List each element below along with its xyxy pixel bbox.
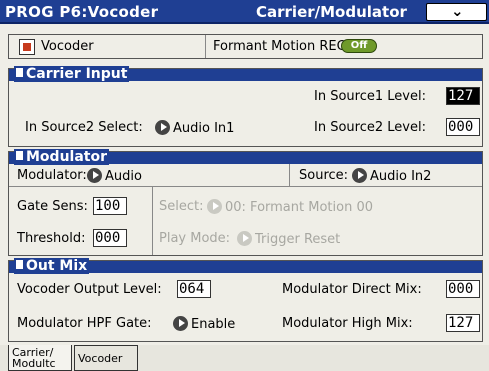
tab-label: Vocoder (78, 352, 123, 365)
out-mix-title-text: Out Mix (26, 258, 88, 274)
checkbox-mark (23, 43, 31, 51)
divider (289, 164, 290, 186)
carrier-input-section: Carrier Input In Source1 Level: 127 In S… (8, 66, 483, 147)
vocoder-checkbox[interactable] (19, 39, 35, 55)
popup-arrow-icon (207, 199, 222, 214)
tab-label: Carrier/ Modultc (12, 346, 56, 370)
program-title: PROG P6:Vocoder (5, 3, 159, 21)
select-label: Select: (159, 199, 204, 214)
vocoder-label: Vocoder (41, 39, 94, 54)
chevron-down-icon: ⌄ (451, 2, 464, 20)
play-mode-popup: Trigger Reset (234, 231, 340, 247)
threshold-value[interactable]: 000 (93, 229, 127, 247)
modulator-label: Modulator: (17, 168, 87, 183)
tab-carrier-modulator[interactable]: Carrier/ Modultc (8, 345, 72, 371)
divider (152, 186, 153, 255)
play-mode-label: Play Mode: (159, 231, 231, 246)
gate-sens-value[interactable]: 100 (93, 197, 127, 215)
out-mix-section: Out Mix Vocoder Output Level: 064 Modula… (8, 258, 483, 342)
popup-arrow-icon (352, 168, 367, 183)
page-tabs: Carrier/ Modultc Vocoder (0, 345, 489, 371)
vocoder-screen: PROG P6:Vocoder Carrier/Modulator ⌄ Voco… (0, 0, 489, 371)
modulator-direct-mix-value[interactable]: 000 (446, 280, 480, 298)
source-value: Audio In2 (370, 169, 432, 184)
formant-motion-select-value: 00: Formant Motion 00 (225, 200, 373, 215)
vocoder-output-level-label: Vocoder Output Level: (17, 282, 162, 297)
in-source1-level-value[interactable]: 127 (446, 87, 480, 105)
popup-arrow-icon (87, 168, 102, 183)
vocoder-output-level-value[interactable]: 064 (177, 280, 211, 298)
modulator-hpf-gate-label: Modulator HPF Gate: (17, 316, 152, 331)
in-source2-level-value[interactable]: 000 (446, 118, 480, 136)
divider (205, 35, 206, 58)
source-label: Source: (299, 168, 349, 183)
carrier-input-title-text: Carrier Input (26, 66, 128, 82)
divider (9, 186, 482, 187)
modulator-title: Modulator (14, 149, 109, 165)
popup-arrow-icon (173, 316, 188, 331)
play-mode-value: Trigger Reset (255, 232, 341, 247)
formant-motion-rec-toggle[interactable]: Off (341, 39, 377, 53)
carrier-input-title: Carrier Input (14, 66, 130, 82)
modulator-title-text: Modulator (26, 149, 107, 165)
page-menu-button[interactable]: ⌄ (426, 2, 487, 21)
in-source2-level-label: In Source2 Level: (314, 120, 426, 135)
out-mix-title: Out Mix (14, 258, 90, 274)
popup-arrow-icon (237, 231, 252, 246)
title-bar: PROG P6:Vocoder Carrier/Modulator ⌄ (0, 0, 489, 24)
modulator-hpf-gate-value: Enable (191, 317, 236, 332)
in-source1-level-label: In Source1 Level: (314, 89, 426, 104)
formant-motion-rec-label: Formant Motion REC (213, 39, 346, 54)
in-source2-select-label: In Source2 Select: (25, 120, 143, 135)
modulator-high-mix-value[interactable]: 127 (446, 314, 480, 332)
modulator-section: Modulator Modulator: Audio Source: Audio… (8, 149, 483, 256)
modulator-high-mix-label: Modulator High Mix: (282, 316, 413, 331)
threshold-label: Threshold: (17, 231, 86, 246)
modulator-popup[interactable]: Audio (84, 168, 142, 184)
page-title: Carrier/Modulator (256, 3, 407, 21)
modulator-direct-mix-label: Modulator Direct Mix: (282, 282, 422, 297)
popup-arrow-icon (155, 120, 170, 135)
modulator-value: Audio (105, 169, 142, 184)
in-source2-select-popup[interactable]: Audio In1 (152, 120, 234, 136)
gate-sens-label: Gate Sens: (17, 199, 88, 214)
in-source2-select-value: Audio In1 (173, 121, 235, 136)
formant-motion-select-popup: 00: Formant Motion 00 (204, 199, 373, 215)
source-popup[interactable]: Audio In2 (349, 168, 431, 184)
tab-vocoder[interactable]: Vocoder (74, 345, 138, 371)
modulator-hpf-gate-popup[interactable]: Enable (170, 316, 235, 332)
vocoder-options-row: Vocoder Formant Motion REC Off (8, 34, 483, 59)
